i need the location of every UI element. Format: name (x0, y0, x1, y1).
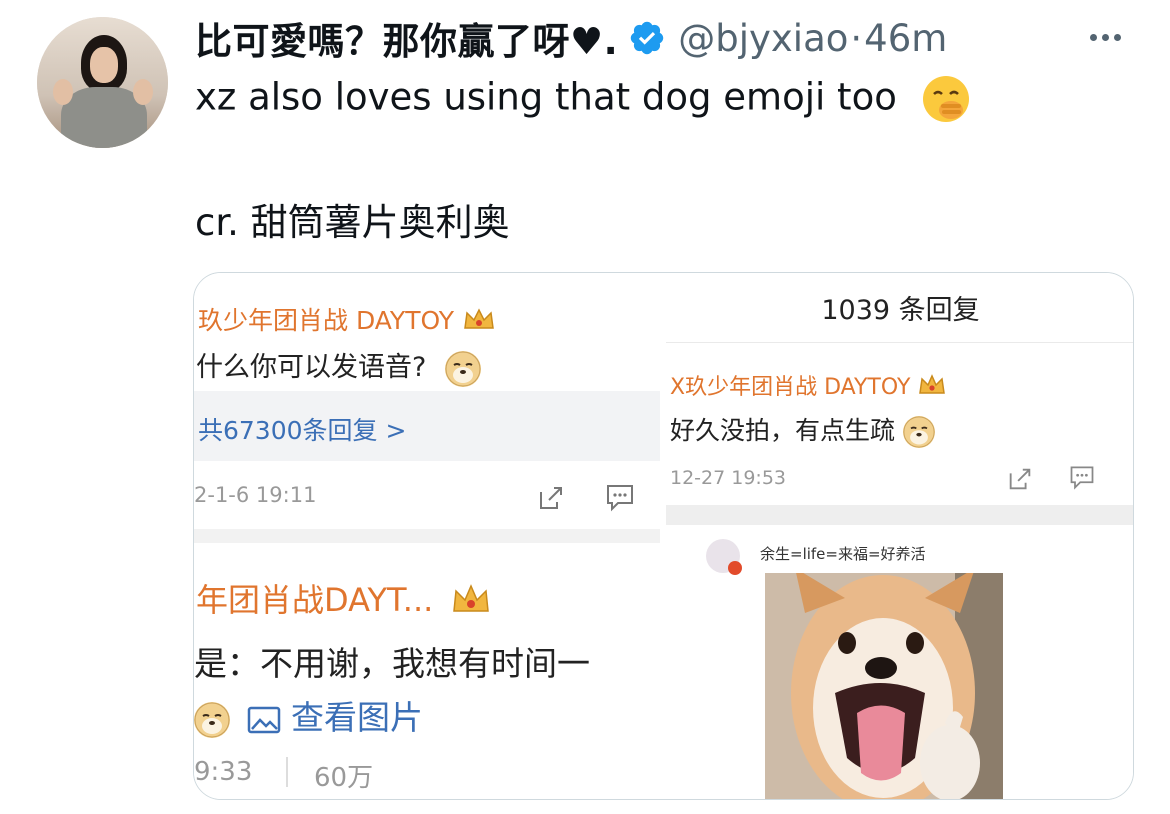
view-image-link[interactable]: 查看图片 (194, 691, 423, 739)
meme-caption: 余生=life=来福=好养活 (760, 545, 926, 563)
media-image-right[interactable]: 1039 条回复 X玖少年团肖战 DAYTOY 好久没拍，有点生疏 12-27 … (666, 273, 1133, 799)
avatar (706, 539, 742, 575)
tweet: 比可愛嗎？那你贏了呀♥. @bjyxiao · 46m xz also love… (0, 0, 1170, 814)
reply-header: 1039 条回复 (666, 273, 1133, 343)
crown-icon (917, 373, 947, 403)
comment2-text: 是：不用谢，我想有时间一 (194, 644, 590, 683)
comment1-time: 2-1-6 19:11 (194, 483, 317, 507)
comment-time: 12-27 19:53 (670, 467, 787, 489)
reply-count-link[interactable]: 共67300条回复 > (198, 411, 406, 447)
tweet-text-line2: cr. 甜筒薯片奥利奥 (195, 201, 510, 244)
media-container[interactable]: 玖少年团肖战 DAYTOY 什么你可以发语音? 共67300条回复 > 2-1-… (193, 272, 1134, 800)
dog-meme-image (765, 573, 1003, 799)
share-icon[interactable] (1006, 465, 1034, 497)
share-icon[interactable] (536, 483, 566, 517)
media-image-left[interactable]: 玖少年团肖战 DAYTOY 什么你可以发语音? 共67300条回复 > 2-1-… (194, 273, 660, 799)
image-icon (241, 698, 292, 737)
comment1-text: 什么你可以发语音? (196, 345, 481, 387)
shush-emoji-icon (921, 74, 971, 124)
crown-icon (451, 581, 491, 623)
more-icon[interactable] (1080, 22, 1130, 52)
handle[interactable]: @bjyxiao (678, 17, 848, 60)
tweet-text: xz also loves using that dog emoji too (195, 75, 897, 119)
display-name[interactable]: 比可愛嗎？那你贏了呀♥. (195, 11, 618, 65)
separator (666, 505, 1133, 525)
comment-text: 好久没拍，有点生疏 (670, 411, 935, 448)
separator-dot: · (850, 16, 863, 60)
doge-emoji-icon (194, 701, 230, 738)
timestamp[interactable]: 46m (864, 17, 947, 60)
comment1-username: 玖少年团肖战 DAYTOY (198, 301, 496, 338)
avatar[interactable] (37, 17, 168, 148)
comment2-likes: 60万 (314, 763, 374, 793)
crown-icon (462, 306, 496, 338)
doge-emoji-icon (902, 416, 935, 448)
comment2-username: 年团肖战DAYT... (196, 575, 491, 623)
divider (286, 757, 288, 787)
doge-emoji-icon (444, 350, 481, 387)
tweet-text-line1: xz also loves using that dog emoji too (195, 74, 971, 124)
comment-username: X玖少年团肖战 DAYTOY (670, 369, 947, 403)
comment2-time: 9:33 (194, 757, 253, 787)
comment-icon[interactable] (1068, 463, 1096, 495)
separator (194, 529, 660, 543)
comment-icon[interactable] (604, 481, 636, 517)
verified-badge-icon[interactable] (628, 19, 666, 57)
tweet-header: 比可愛嗎？那你贏了呀♥. @bjyxiao · 46m (195, 11, 947, 65)
